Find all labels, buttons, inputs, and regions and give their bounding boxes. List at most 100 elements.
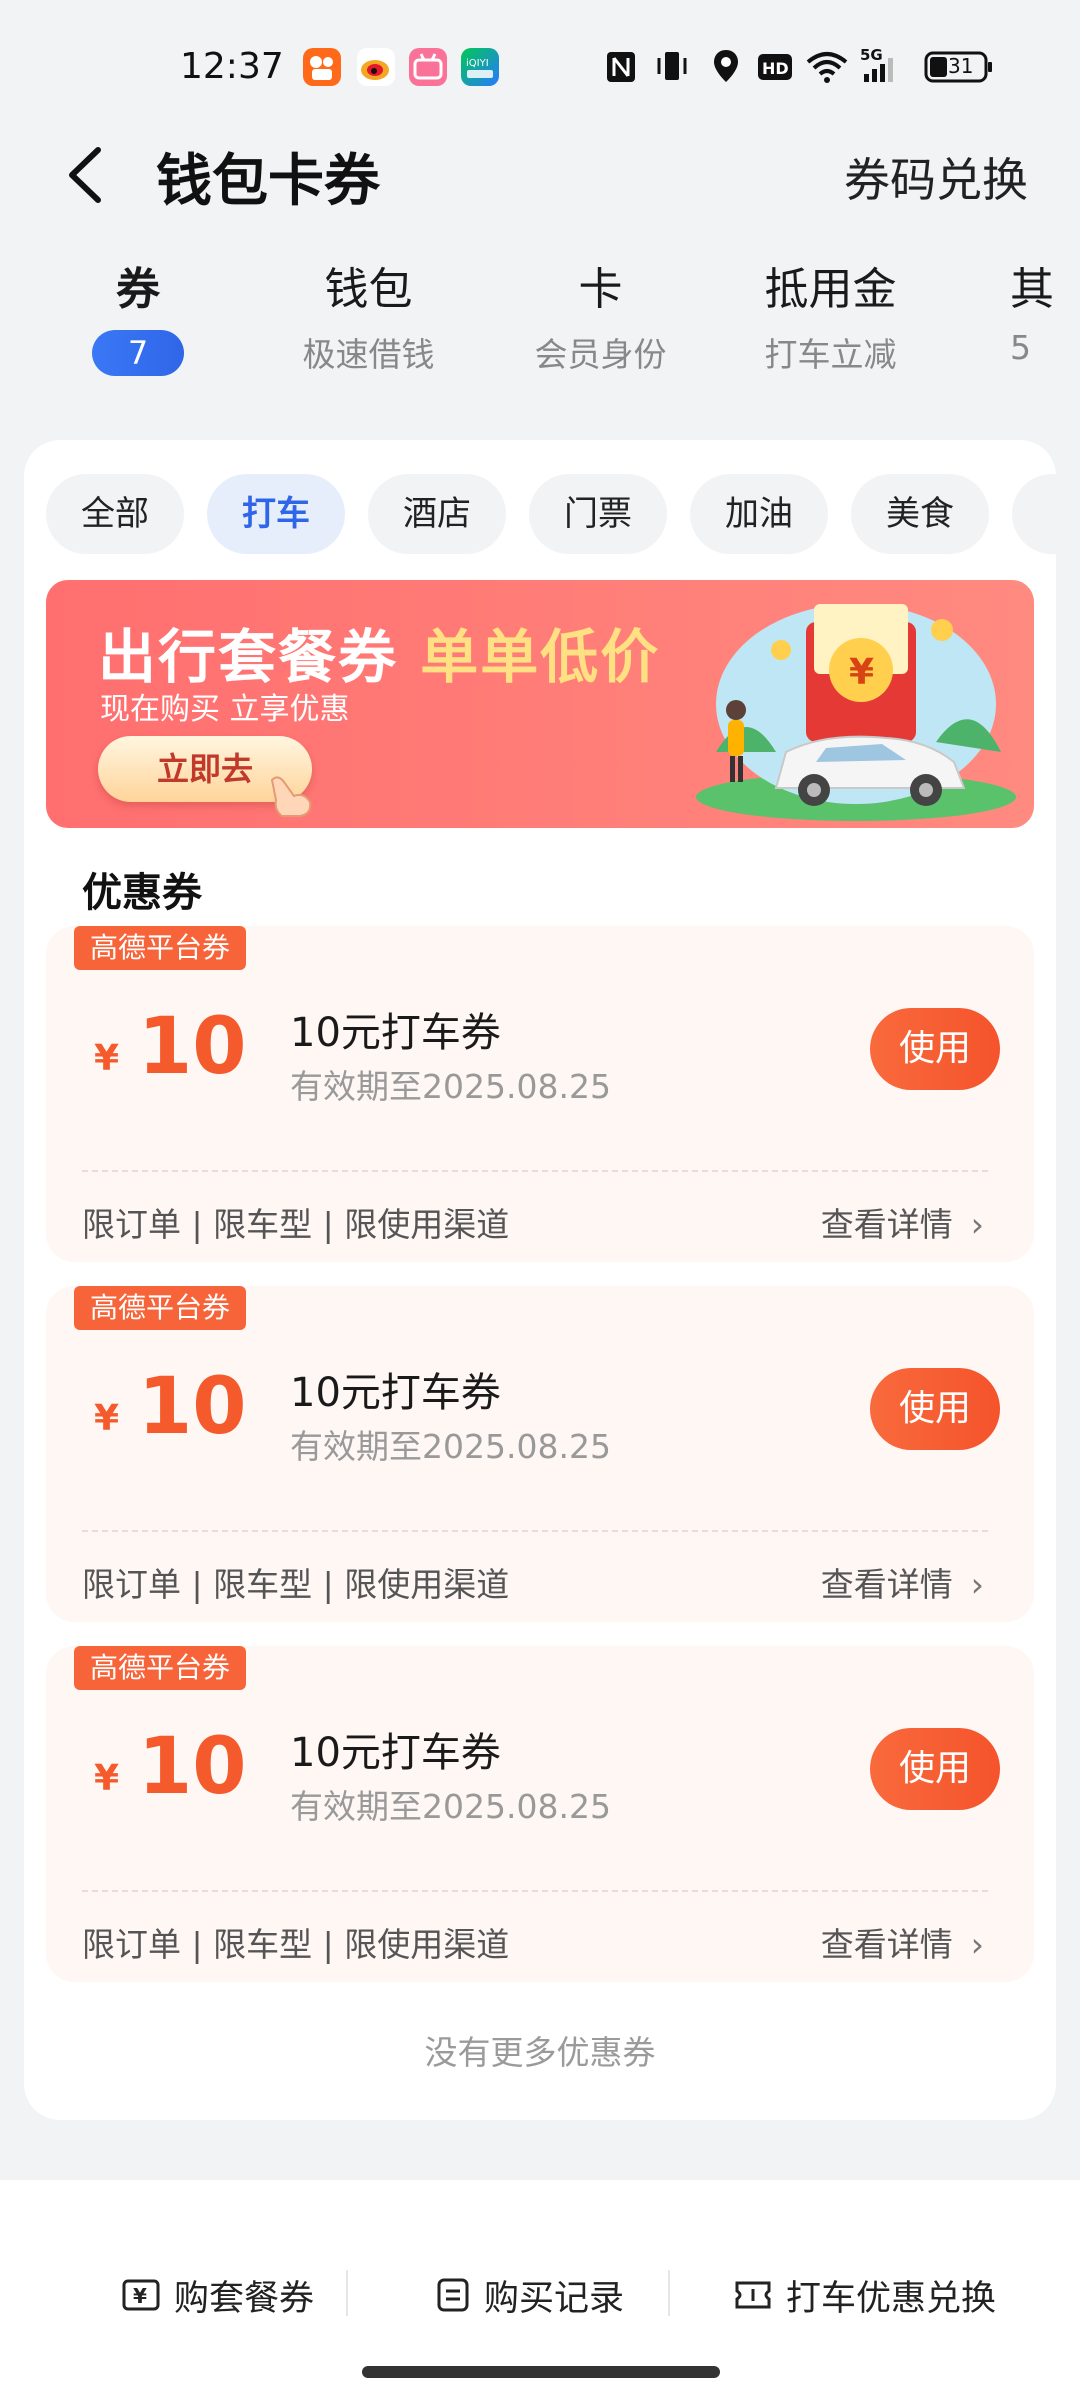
weibo-app-icon bbox=[357, 48, 395, 86]
coupon-count-badge: 7 bbox=[92, 330, 184, 376]
coupon-card: 高德平台券 ¥ 10 10元打车券 有效期至2025.08.25 使用 限订单 … bbox=[46, 1646, 1034, 1982]
svg-text:5G: 5G bbox=[860, 46, 883, 64]
purchase-record-label: 购买记录 bbox=[484, 2278, 625, 2319]
back-arrow-icon[interactable] bbox=[58, 140, 118, 210]
tab-coupons[interactable]: 券 7 bbox=[88, 262, 188, 376]
coupon-amount: 10 bbox=[138, 1722, 247, 1812]
svg-text:¥: ¥ bbox=[133, 2284, 147, 2308]
coupon-name: 10元打车券 bbox=[290, 1010, 501, 1056]
buy-package-label: 购套餐券 bbox=[174, 2278, 315, 2319]
coupon-platform-tag: 高德平台券 bbox=[74, 1646, 247, 1690]
chevron-right-icon: › bbox=[970, 1565, 984, 1604]
vibrate-icon bbox=[657, 52, 687, 80]
car-red-envelope-illustration: ¥ bbox=[696, 604, 1016, 821]
coupon-card: 高德平台券 ¥ 10 10元打车券 有效期至2025.08.25 使用 限订单 … bbox=[46, 926, 1034, 1262]
coupon-panel: 全部 打车 酒店 门票 加油 美食 出行套餐券 单单低价 现在购买 立享优惠 立… bbox=[24, 440, 1056, 2120]
svg-text:¥: ¥ bbox=[849, 652, 874, 693]
tab-wallet[interactable]: 钱包 极速借钱 bbox=[296, 262, 441, 376]
currency-symbol: ¥ bbox=[94, 1398, 120, 1439]
currency-symbol: ¥ bbox=[94, 1758, 120, 1799]
view-details-label: 查看详情 bbox=[820, 1205, 953, 1244]
divider bbox=[82, 1170, 988, 1172]
use-coupon-button[interactable]: 使用 bbox=[870, 1008, 1000, 1090]
divider bbox=[82, 1530, 988, 1532]
code-redeem-button[interactable]: 券码兑换 bbox=[844, 144, 1028, 210]
ticket-yen-icon: ¥ bbox=[122, 2279, 160, 2311]
filter-tickets[interactable]: 门票 bbox=[529, 474, 667, 554]
no-more-coupons-text: 没有更多优惠券 bbox=[424, 2033, 656, 2072]
use-coupon-button[interactable]: 使用 bbox=[870, 1368, 1000, 1450]
chevron-right-icon: › bbox=[970, 1925, 984, 1964]
hd-icon: HD bbox=[758, 54, 792, 80]
wifi-icon bbox=[806, 52, 848, 83]
home-indicator[interactable] bbox=[362, 2366, 720, 2378]
filter-more[interactable] bbox=[1012, 474, 1056, 554]
banner-title-main: 出行套餐券 bbox=[98, 623, 399, 691]
app-header: 钱包卡券 券码兑换 bbox=[0, 120, 1080, 230]
filter-fuel[interactable]: 加油 bbox=[690, 474, 828, 554]
battery-icon: 31 bbox=[924, 44, 994, 88]
tab-cards-sub: 会员身份 bbox=[534, 335, 667, 374]
battery-level: 31 bbox=[948, 54, 974, 78]
buy-package-button[interactable]: ¥ 购套餐券 bbox=[122, 2260, 314, 2330]
view-details-link[interactable]: 查看详情 › bbox=[821, 1558, 984, 1606]
coupon-expiry: 有效期至2025.08.25 bbox=[290, 1427, 611, 1466]
view-details-label: 查看详情 bbox=[820, 1925, 953, 1964]
chevron-right-icon: › bbox=[970, 1205, 984, 1244]
filter-hotel[interactable]: 酒店 bbox=[368, 474, 506, 554]
pointing-hand-icon bbox=[270, 776, 312, 817]
bilibili-app-icon bbox=[409, 48, 447, 86]
taxi-exchange-label: 打车优惠兑换 bbox=[786, 2278, 997, 2319]
signal-5g-icon: 5G bbox=[860, 44, 908, 88]
status-bar: 12:37 iQIYI HD 5G 31 bbox=[0, 0, 1080, 130]
tab-other[interactable]: 其 5 bbox=[1010, 262, 1080, 367]
coupon-name: 10元打车券 bbox=[290, 1730, 501, 1776]
coupon-amount: 10 bbox=[138, 1002, 247, 1092]
svg-text:HD: HD bbox=[762, 59, 789, 78]
travel-package-banner[interactable]: 出行套餐券 单单低价 现在购买 立享优惠 立即去 ¥ bbox=[46, 580, 1034, 828]
kuaishou-app-icon bbox=[303, 48, 341, 86]
ticket-icon bbox=[735, 2281, 771, 2309]
view-details-label: 查看详情 bbox=[820, 1565, 953, 1604]
filter-food[interactable]: 美食 bbox=[851, 474, 989, 554]
status-time: 12:37 bbox=[180, 46, 284, 87]
tab-other-label: 其 bbox=[1010, 264, 1054, 315]
iqiyi-app-icon: iQIYI bbox=[461, 48, 499, 86]
receipt-icon bbox=[437, 2278, 469, 2312]
use-coupon-button[interactable]: 使用 bbox=[870, 1728, 1000, 1810]
coupon-platform-tag: 高德平台券 bbox=[74, 1286, 247, 1330]
currency-symbol: ¥ bbox=[94, 1038, 120, 1079]
coupon-limits: 限订单 | 限车型 | 限使用渠道 bbox=[82, 1205, 510, 1244]
tab-coupons-label: 券 bbox=[116, 264, 160, 315]
divider bbox=[346, 2270, 348, 2316]
tab-cards[interactable]: 卡 会员身份 bbox=[528, 262, 673, 376]
coupon-card: 高德平台券 ¥ 10 10元打车券 有效期至2025.08.25 使用 限订单 … bbox=[46, 1286, 1034, 1622]
taxi-exchange-button[interactable]: 打车优惠兑换 bbox=[734, 2260, 996, 2330]
nfc-icon bbox=[607, 52, 635, 82]
wallet-coupons-page: 12:37 iQIYI HD 5G 31 钱包卡券 券码兑换 券 7 钱包 极速… bbox=[0, 0, 1080, 2400]
section-title: 优惠券 bbox=[82, 870, 202, 916]
page-title: 钱包卡券 bbox=[156, 149, 380, 214]
view-details-link[interactable]: 查看详情 › bbox=[821, 1918, 984, 1966]
banner-title-highlight: 单单低价 bbox=[420, 623, 661, 691]
view-details-link[interactable]: 查看详情 › bbox=[821, 1198, 984, 1246]
location-icon bbox=[714, 50, 738, 82]
coupon-platform-tag: 高德平台券 bbox=[74, 926, 247, 970]
purchase-record-button[interactable]: 购买记录 bbox=[436, 2260, 624, 2330]
coupon-limits: 限订单 | 限车型 | 限使用渠道 bbox=[82, 1565, 510, 1604]
coupon-expiry: 有效期至2025.08.25 bbox=[290, 1067, 611, 1106]
divider bbox=[668, 2270, 670, 2316]
coupon-expiry: 有效期至2025.08.25 bbox=[290, 1787, 611, 1826]
coupon-amount: 10 bbox=[138, 1362, 247, 1452]
coupon-limits: 限订单 | 限车型 | 限使用渠道 bbox=[82, 1925, 510, 1964]
tab-vouchers[interactable]: 抵用金 打车立减 bbox=[758, 262, 903, 376]
filter-all[interactable]: 全部 bbox=[46, 474, 184, 554]
tab-cards-label: 卡 bbox=[578, 264, 623, 315]
banner-subtitle: 现在购买 立享优惠 bbox=[100, 692, 350, 727]
tab-wallet-sub: 极速借钱 bbox=[302, 335, 435, 374]
coupon-name: 10元打车券 bbox=[290, 1370, 501, 1416]
tab-vouchers-sub: 打车立减 bbox=[764, 335, 897, 374]
filter-chips: 全部 打车 酒店 门票 加油 美食 bbox=[46, 474, 1056, 556]
filter-taxi[interactable]: 打车 bbox=[207, 474, 345, 554]
category-tabs: 券 7 钱包 极速借钱 卡 会员身份 抵用金 打车立减 其 5 bbox=[0, 262, 1080, 412]
